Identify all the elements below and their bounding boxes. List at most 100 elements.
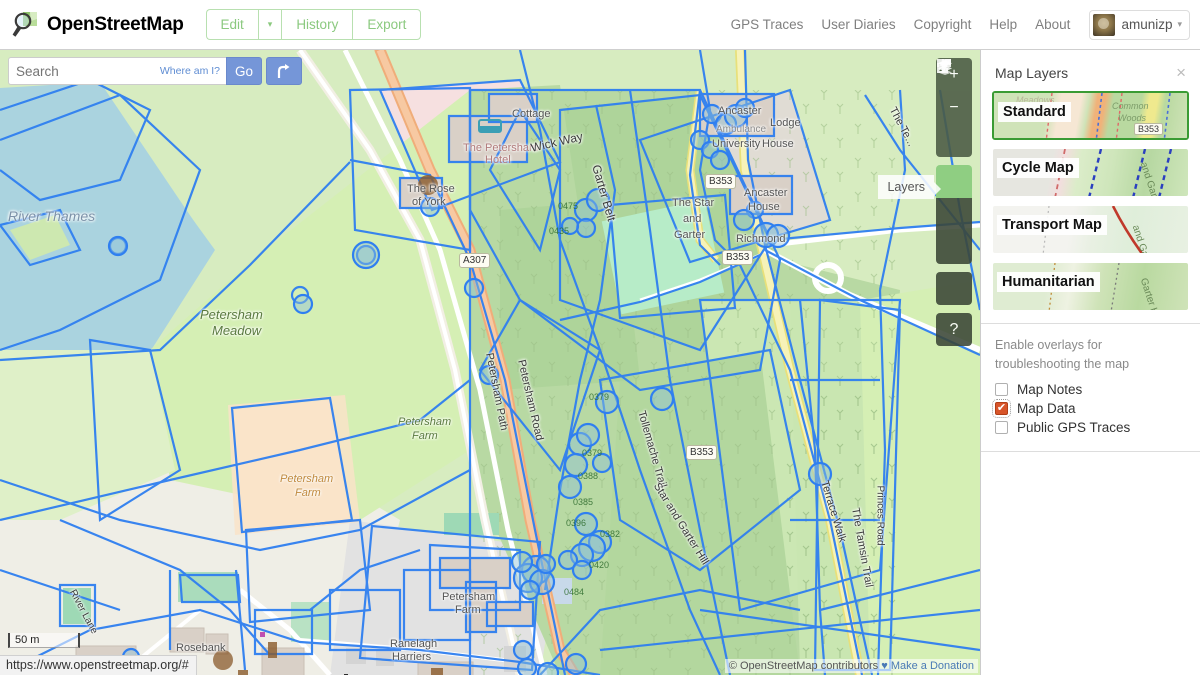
map-canvas[interactable]: River ThamesPetershamMeadowPetershamFarm… (0, 50, 980, 675)
layer-option-label: Standard (998, 102, 1071, 122)
map-label-petersham-farm-orange-2: Farm (295, 487, 321, 499)
layer-option-label: Humanitarian (997, 272, 1100, 292)
layer-option-label: Cycle Map (997, 158, 1079, 178)
map-label-ancaster-lodge-2: Lodge (770, 117, 801, 129)
layers-tooltip: Layers (878, 175, 934, 199)
map-attribution: © OpenStreetMap contributors ♥ Make a Do… (725, 659, 978, 673)
heart-icon: ♥ (881, 660, 888, 672)
map-data-node-label: 0388 (578, 471, 598, 481)
history-button[interactable]: History (281, 9, 352, 40)
layer-thumbnail-label: Common (1112, 101, 1149, 111)
map-label-richmond: Richmond (736, 233, 786, 245)
username-label: amunizp (1121, 17, 1172, 32)
directions-icon (274, 61, 294, 81)
panel-bottom-divider (981, 451, 1200, 452)
map-data-node-label: 0484 (564, 587, 584, 597)
checkbox-public-gps-traces-label: Public GPS Traces (1017, 420, 1130, 435)
checkbox-map-data-row[interactable]: ✔ Map Data (981, 399, 1200, 418)
nav-user-diaries[interactable]: User Diaries (812, 17, 904, 32)
map-label-star-and-garter-2: and (683, 213, 701, 225)
layers-panel-title: Map Layers (995, 65, 1068, 81)
edit-button[interactable]: Edit (206, 9, 258, 40)
share-button[interactable] (936, 231, 972, 264)
close-x-icon[interactable]: × (1176, 64, 1186, 81)
zoom-out-button[interactable]: − (936, 91, 972, 124)
layer-option-standard[interactable]: MeadowsCommonWoodsB353Standard (992, 91, 1189, 140)
map-data-node-label: 0420 (589, 560, 609, 570)
map-label-university-house-2: House (762, 138, 794, 150)
brand-home-link[interactable]: OpenStreetMap (10, 10, 184, 40)
checkbox-map-data-label: Map Data (1017, 401, 1076, 416)
map-label-ranelagh-1: Ranelagh (390, 638, 437, 650)
user-menu[interactable]: amunizp ▾ (1089, 10, 1190, 40)
checkbox-map-notes-row[interactable]: Map Notes (981, 380, 1200, 399)
checkbox-map-notes[interactable] (995, 383, 1008, 396)
checkbox-public-gps-traces-row[interactable]: Public GPS Traces (981, 418, 1200, 437)
attribution-donation-link[interactable]: Make a Donation (891, 660, 974, 672)
nav-gps-traces[interactable]: GPS Traces (722, 17, 813, 32)
add-note-button[interactable] (936, 272, 972, 305)
map-label-university-house-1: University (712, 138, 760, 150)
directions-button[interactable] (266, 57, 302, 85)
help-button[interactable]: ? (936, 313, 972, 346)
checkbox-map-data[interactable]: ✔ (995, 402, 1008, 415)
map-shield-b353-3: B353 (722, 250, 753, 265)
map-label-ambulance: Ambulance (716, 124, 766, 135)
attribution-copyright: © (729, 660, 740, 672)
layer-option-label: Transport Map (997, 215, 1107, 235)
export-button[interactable]: Export (352, 9, 421, 40)
chevron-down-icon: ▾ (1177, 19, 1182, 30)
brand-title: OpenStreetMap (47, 14, 184, 36)
map-label-ancaster-house-2: House (748, 201, 780, 213)
search-go-button[interactable]: Go (226, 57, 262, 85)
edit-dropdown-caret[interactable]: ▾ (258, 9, 282, 40)
map-label-petersham-farm-green-1: Petersham (398, 416, 451, 428)
layers-panel-header: Map Layers × (981, 50, 1200, 91)
header-nav: GPS Traces User Diaries Copyright Help A… (722, 10, 1200, 40)
map-data-node-label: 0379 (582, 448, 602, 458)
overlay-checkbox-list: Map Notes ✔ Map Data Public GPS Traces (981, 380, 1200, 437)
layers-button[interactable] (936, 165, 972, 198)
map-label-river-thames: River Thames (8, 208, 95, 224)
layer-option-cycle-map[interactable]: and Garter HCycle Map (992, 148, 1189, 197)
map-label-petersham-farm-bldg-2: Farm (455, 604, 481, 616)
nav-help[interactable]: Help (980, 17, 1026, 32)
map-label-ancaster-lodge-1: Ancaster (718, 105, 761, 117)
nav-copyright[interactable]: Copyright (905, 17, 981, 32)
map-data-node-label: 0379 (589, 392, 609, 402)
layer-option-humanitarian[interactable]: Garter HHumanitarian (992, 262, 1189, 311)
overlay-help-text: Enable overlays for troubleshooting the … (981, 324, 1200, 380)
scale-bar: 50 m (8, 633, 80, 648)
nav-about[interactable]: About (1026, 17, 1079, 32)
map-label-star-and-garter-3: Garter (674, 229, 705, 241)
map-label-petersham-hotel-1: The Petersham (463, 142, 538, 154)
attribution-contributors-link[interactable]: OpenStreetMap contributors (740, 660, 878, 672)
osm-page: OpenStreetMap Edit ▾ History Export GPS … (0, 0, 1200, 675)
map-label-rose-of-york-1: The Rose (407, 183, 455, 195)
status-bar-url: https://www.openstreetmap.org/# (0, 655, 197, 675)
notes-group (936, 272, 972, 305)
where-am-i-link[interactable]: Where am I? (160, 65, 220, 77)
map-label-petersham-farm-bldg-1: Petersham (442, 591, 495, 603)
edit-button-group: Edit ▾ History Export (206, 9, 422, 40)
layer-list: MeadowsCommonWoodsB353Standard and Garter… (981, 91, 1200, 311)
geolocate-button[interactable] (936, 124, 972, 157)
osm-magnifier-logo (10, 10, 40, 40)
map-shield-a307-1: A307 (459, 253, 490, 268)
map-data-node-label: 0382 (600, 529, 620, 539)
layer-option-transport-map[interactable]: and GarterTransport Map (992, 205, 1189, 254)
search-field-wrapper: Where am I? (8, 57, 226, 85)
map-label-princes-road: Princes Road (875, 486, 886, 546)
map-label-ancaster-house-1: Ancaster (744, 187, 787, 199)
map-shield-b353-2: B353 (686, 445, 717, 460)
map-label-ranelagh-2: Harriers (392, 651, 431, 663)
search-input[interactable] (9, 64, 149, 79)
map-label-rose-of-york-2: of York (412, 196, 446, 208)
map-data-node-label: 0475 (558, 201, 578, 211)
map-label-petersham-farm-orange-1: Petersham (280, 473, 333, 485)
map-data-node-label: 0396 (566, 518, 586, 528)
map-key-button[interactable] (936, 198, 972, 231)
checkbox-public-gps-traces[interactable] (995, 421, 1008, 434)
checkbox-map-notes-label: Map Notes (1017, 382, 1082, 397)
search-bar: Where am I? Go (8, 57, 302, 85)
